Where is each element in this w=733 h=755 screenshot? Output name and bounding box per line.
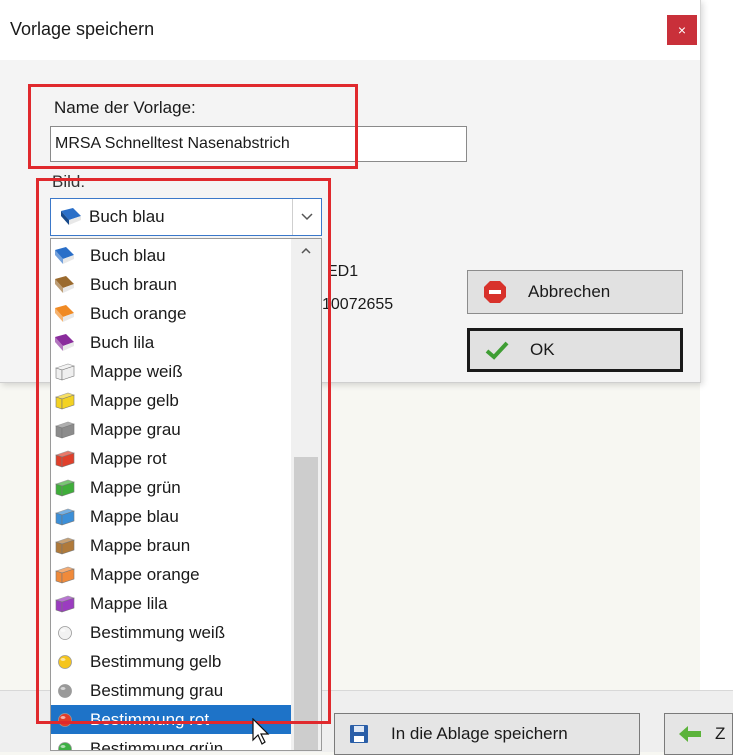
dropdown-option-label: Bestimmung weiß [90, 622, 226, 642]
dropdown-option[interactable]: Buch lila [51, 328, 291, 357]
scrollbar-thumb[interactable] [294, 457, 318, 750]
dropdown-option[interactable]: Mappe rot [51, 444, 291, 473]
dot-white-icon [54, 624, 76, 642]
book-orange-icon [54, 304, 76, 323]
dot-green-icon [54, 740, 76, 750]
stop-icon [482, 280, 508, 304]
dropdown-option-label: Mappe gelb [90, 390, 179, 410]
dropdown-option-label: Mappe blau [90, 506, 179, 526]
cancel-label: Abbrechen [528, 282, 611, 301]
folder-yellow-icon [54, 392, 76, 410]
dropdown-option[interactable]: Mappe braun [51, 531, 291, 560]
dropdown-option[interactable]: Mappe orange [51, 560, 291, 589]
chevron-down-icon[interactable] [292, 199, 321, 235]
arrow-left-icon [679, 726, 701, 742]
dropdown-option-label: Bestimmung rot [90, 709, 210, 729]
partial-text-1: ED1 [327, 263, 359, 280]
dropdown-option-label: Mappe grün [90, 477, 181, 497]
dropdown-option-label: Buch blau [90, 245, 166, 265]
dialog-title: Vorlage speichern [10, 19, 155, 39]
checkmark-icon [484, 340, 510, 360]
dropdown-option[interactable]: Bestimmung weiß [51, 618, 291, 647]
book-brown-icon [54, 275, 76, 294]
book-purple-icon [54, 333, 76, 352]
folder-gray-icon [54, 421, 76, 439]
dropdown-option-label: Bestimmung grau [90, 680, 224, 700]
dropdown-option[interactable]: Mappe lila [51, 589, 291, 618]
folder-orange-icon [54, 566, 76, 584]
ok-button[interactable]: OK [467, 328, 683, 372]
mouse-cursor-icon [252, 717, 270, 751]
folder-brown-icon [54, 537, 76, 555]
cancel-button[interactable]: Abbrechen [467, 270, 683, 314]
dropdown-option[interactable]: Bestimmung grau [51, 676, 291, 705]
dropdown-option-label: Buch orange [90, 303, 187, 323]
dropdown-option[interactable]: Bestimmung gelb [51, 647, 291, 676]
dropdown-option[interactable]: Mappe grau [51, 415, 291, 444]
book-blue-icon [54, 246, 76, 265]
back-button[interactable]: Z [664, 713, 733, 755]
folder-purple-icon [54, 595, 76, 613]
background-window [700, 0, 733, 690]
dropdown-option-label: Mappe braun [90, 535, 191, 555]
name-label: Name der Vorlage: [54, 98, 196, 117]
dropdown-option[interactable]: Mappe grün [51, 473, 291, 502]
dropdown-option[interactable]: Mappe blau [51, 502, 291, 531]
dropdown-option-label: Buch braun [90, 274, 177, 294]
dropdown-scrollbar[interactable] [291, 239, 321, 750]
save-to-clipboard-label: In die Ablage speichern [391, 724, 568, 743]
folder-red-icon [54, 450, 76, 468]
dropdown-option-label: Mappe weiß [90, 361, 183, 381]
dropdown-option-label: Mappe grau [90, 419, 181, 439]
image-combobox-value: Buch blau [89, 207, 165, 226]
image-combobox[interactable]: Buch blau [50, 198, 322, 236]
dropdown-option-label: Buch lila [90, 332, 155, 352]
dropdown-option-label: Mappe rot [90, 448, 167, 468]
ok-label: OK [530, 340, 555, 359]
scroll-up-icon[interactable] [291, 239, 321, 263]
image-dropdown-list: Buch blau Buch braun Buch orange Buch lila M… [50, 238, 322, 751]
dropdown-option[interactable]: Mappe gelb [51, 386, 291, 415]
dropdown-option-label: Bestimmung grün [90, 738, 224, 751]
folder-blue-icon [54, 508, 76, 526]
dropdown-option[interactable]: Buch orange [51, 299, 291, 328]
dropdown-option[interactable]: Buch braun [51, 270, 291, 299]
dropdown-option[interactable]: Mappe weiß [51, 357, 291, 386]
save-disk-icon [349, 724, 369, 744]
dropdown-option-label: Mappe lila [90, 593, 168, 613]
dropdown-option-label: Mappe orange [90, 564, 200, 584]
back-button-label: Z [715, 724, 726, 743]
close-button[interactable]: × [667, 15, 697, 45]
dot-gray-icon [54, 682, 76, 700]
save-to-clipboard-button[interactable]: In die Ablage speichern [334, 713, 640, 755]
template-name-input[interactable]: MRSA Schnelltest Nasenabstrich [50, 126, 467, 162]
dot-red-icon [54, 711, 76, 729]
image-label: Bild: [52, 172, 86, 191]
dot-yellow-icon [54, 653, 76, 671]
book-blue-icon [59, 208, 83, 231]
folder-white-icon [54, 363, 76, 381]
folder-green-icon [54, 479, 76, 497]
dropdown-option-label: Bestimmung gelb [90, 651, 222, 671]
partial-text-2: 10072655 [322, 296, 394, 313]
dropdown-option[interactable]: Buch blau [51, 241, 291, 270]
